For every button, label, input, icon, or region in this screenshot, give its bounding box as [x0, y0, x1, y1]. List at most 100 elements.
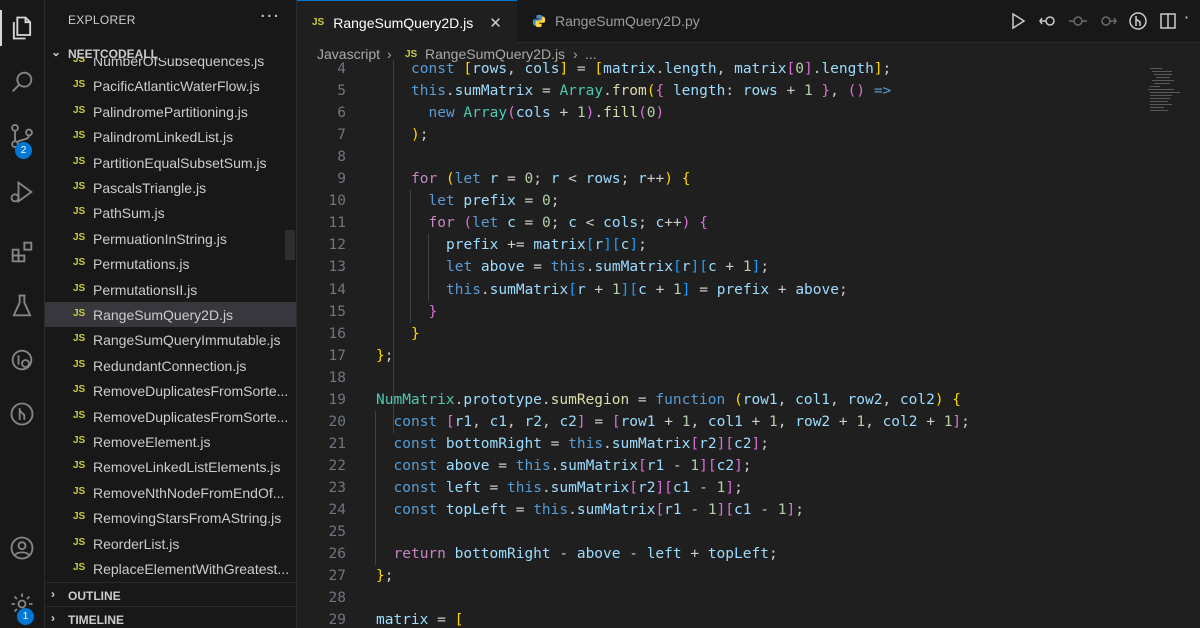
- js-file-icon: JS: [73, 79, 86, 91]
- remote-explorer-icon[interactable]: [0, 336, 44, 384]
- code-content: const topLeft = this.sumMatrix[r1 - 1][c…: [393, 502, 804, 518]
- code-line: 21 const bottomRight = this.sumMatrix[r2]…: [297, 433, 1143, 455]
- file-name: RemoveNthNodeFromEndOf...: [93, 484, 285, 501]
- file-item[interactable]: JS ReplaceElementWithGreatest...: [45, 556, 296, 580]
- code-line: 11 for (let c = 0; c < cols; c++) {: [297, 212, 1143, 234]
- file-item[interactable]: JS RangeSumQueryImmutable.js: [45, 327, 296, 352]
- code-content: let prefix = 0;: [428, 193, 560, 210]
- file-item[interactable]: JS RemovingStarsFromAString.js: [45, 505, 296, 530]
- file-item[interactable]: JS RangeSumQuery2D.js: [45, 302, 296, 327]
- file-item[interactable]: JS RemoveNthNodeFromEndOf...: [45, 480, 296, 505]
- run-debug-icon[interactable]: [0, 168, 44, 216]
- timeline-node-icon[interactable]: [1068, 11, 1088, 31]
- file-item[interactable]: JS Permutations.js: [45, 251, 296, 276]
- file-item[interactable]: JS ReorderList.js: [45, 531, 296, 556]
- file-item[interactable]: JS RemoveElement.js: [45, 429, 296, 454]
- code-line: 28: [297, 587, 1143, 609]
- line-number: 13: [328, 259, 346, 276]
- tab-rangesumquery2d-py[interactable]: RangeSumQuery2D.py: [517, 0, 717, 42]
- run-icon[interactable]: [1008, 11, 1028, 31]
- file-item[interactable]: JS PermutationsII.js: [45, 277, 296, 302]
- code-line: 20 const [r1, c1, r2, c2] = [row1 + 1, co…: [297, 411, 1143, 433]
- code-content: for (let c = 0; c < cols; c++) {: [428, 215, 708, 232]
- explorer-sidebar: EXPLORER ··· ⌄ NEETCODEALL JS NumberOfSub…: [45, 0, 297, 628]
- file-name: PacificAtlanticWaterFlow.js: [93, 78, 260, 95]
- explorer-icon[interactable]: [0, 4, 44, 52]
- activity-bar: 2 1: [0, 0, 45, 628]
- code-content: };: [376, 347, 394, 364]
- js-file-icon: JS: [73, 58, 86, 65]
- minimap-line: [1150, 92, 1180, 93]
- file-item[interactable]: JS PacificAtlanticWaterFlow.js: [45, 73, 296, 98]
- file-item[interactable]: JS PartitionEqualSubsetSum.js: [45, 150, 296, 175]
- file-name: ReplaceElementWithGreatest...: [93, 561, 290, 577]
- minimap-line: [1150, 104, 1172, 105]
- file-item[interactable]: JS PalindromLinkedList.js: [45, 124, 296, 149]
- chevron-right-icon: ›: [51, 587, 55, 601]
- close-icon[interactable]: ✕: [489, 14, 502, 32]
- go-back-icon[interactable]: [1038, 11, 1058, 31]
- explorer-title: EXPLORER: [68, 13, 136, 27]
- account-icon[interactable]: [0, 524, 44, 572]
- code-line: 16}: [297, 323, 1143, 345]
- file-name: RangeSumQuery2D.js: [93, 307, 234, 323]
- line-number: 11: [328, 215, 346, 232]
- split-editor-icon[interactable]: [1158, 11, 1178, 31]
- code-line: 19 NumMatrix.prototype.sumRegion = functi…: [297, 389, 1143, 411]
- source-control-icon[interactable]: 2: [0, 112, 44, 160]
- github-icon[interactable]: [0, 390, 44, 438]
- more-actions-icon[interactable]: ···: [260, 6, 280, 27]
- code-line: 7);: [297, 124, 1143, 146]
- minimap-line: [1150, 98, 1170, 99]
- file-item[interactable]: JS PascalsTriangle.js: [45, 175, 296, 200]
- minimap-line: [1154, 74, 1172, 75]
- file-item[interactable]: JS RemoveDuplicatesFromSorte...: [45, 404, 296, 429]
- file-name: ReorderList.js: [93, 535, 180, 552]
- code-content: const bottomRight = this.sumMatrix[r2][c…: [393, 435, 769, 452]
- minimap-line: [1150, 68, 1162, 69]
- minimap-line: [1152, 80, 1174, 81]
- settings-gear-icon[interactable]: 1: [0, 580, 44, 628]
- tab-rangesumquery2d-js[interactable]: JS RangeSumQuery2D.js ✕: [297, 0, 517, 44]
- minimap-line: [1156, 77, 1170, 78]
- file-item[interactable]: JS RedundantConnection.js: [45, 353, 296, 378]
- minimap[interactable]: [1143, 60, 1200, 628]
- minimap-line: [1150, 110, 1168, 111]
- js-file-icon: JS: [405, 49, 418, 60]
- file-item[interactable]: JS RemoveLinkedListElements.js: [45, 454, 296, 479]
- code-editor[interactable]: 4 const [rows, cols] = [matrix.length, ma…: [297, 60, 1143, 628]
- file-item[interactable]: JS PalindromePartitioning.js: [45, 99, 296, 124]
- line-number: 28: [328, 590, 346, 607]
- file-item[interactable]: JS PermuationInString.js: [45, 226, 296, 251]
- search-icon[interactable]: [0, 58, 44, 106]
- go-forward-icon[interactable]: [1098, 11, 1118, 31]
- line-number: 19: [328, 391, 346, 408]
- line-number: 12: [328, 237, 346, 254]
- settings-badge: 1: [17, 608, 34, 625]
- code-content: const [r1, c1, r2, c2] = [row1 + 1, col1…: [393, 413, 970, 430]
- js-file-icon: JS: [73, 485, 86, 497]
- js-file-icon: JS: [73, 384, 86, 396]
- outline-section[interactable]: › OUTLINE: [45, 582, 296, 607]
- js-file-icon: JS: [73, 308, 86, 319]
- code-content: matrix = [: [376, 612, 464, 628]
- sidebar-scrollbar[interactable]: [285, 230, 295, 260]
- line-number: 21: [328, 435, 346, 452]
- file-item[interactable]: JS PathSum.js: [45, 200, 296, 225]
- line-number: 9: [337, 171, 346, 188]
- extensions-icon[interactable]: [0, 228, 44, 276]
- chevron-right-icon: ›: [51, 611, 55, 625]
- testing-icon[interactable]: [0, 282, 44, 330]
- file-name: PalindromLinkedList.js: [93, 129, 234, 146]
- file-item[interactable]: JS NumberOfSubsequences.js: [45, 58, 296, 73]
- chevron-down-icon: ⌄: [51, 45, 62, 59]
- code-content: this.sumMatrix = Array.from({ length: ro…: [411, 83, 892, 100]
- more-actions-icon[interactable]: ·: [1184, 8, 1200, 28]
- branch-compare-icon[interactable]: [1128, 11, 1148, 31]
- js-file-icon: JS: [73, 562, 86, 573]
- timeline-section[interactable]: › TIMELINE: [45, 606, 296, 628]
- code-line: 26 return bottomRight - above - left + to…: [297, 543, 1143, 565]
- file-name: RemovingStarsFromAString.js: [93, 510, 282, 527]
- code-content: let above = this.sumMatrix[r][c + 1];: [446, 259, 770, 276]
- file-item[interactable]: JS RemoveDuplicatesFromSorte...: [45, 378, 296, 403]
